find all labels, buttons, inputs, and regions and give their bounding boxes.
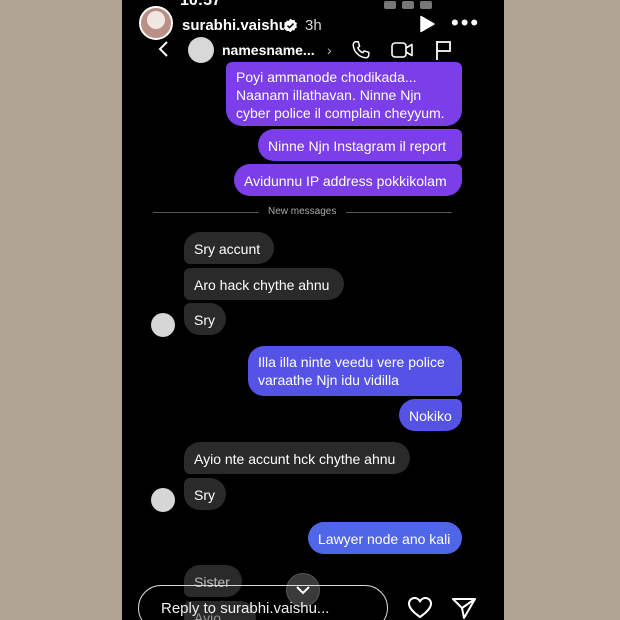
message-incoming: Ayio nte accunt hck chythe ahnu	[184, 442, 410, 474]
divider-line-left	[153, 212, 259, 213]
message-outgoing: Ninne Njn Instagram il report	[258, 129, 462, 161]
message-outgoing: Nokiko	[399, 399, 462, 431]
story-time: 3h	[305, 17, 322, 34]
play-icon[interactable]	[418, 15, 436, 33]
message-incoming: Sry	[184, 478, 226, 510]
sender-avatar	[151, 313, 175, 337]
message-outgoing: Illa illa ninte veedu vere police varaat…	[248, 346, 462, 396]
reply-input[interactable]	[138, 585, 388, 620]
flag-icon	[436, 41, 451, 60]
chat-avatar	[188, 37, 214, 63]
message-outgoing: Poyi ammanode chodikada... Naanam illath…	[226, 62, 462, 126]
phone-icon	[352, 41, 370, 59]
story-username[interactable]: surabhi.vaishu	[182, 17, 288, 34]
chevron-right-icon: ›	[327, 42, 332, 58]
more-options-icon[interactable]: •••	[451, 12, 480, 34]
verified-badge-icon	[284, 18, 297, 33]
divider-line-right	[346, 212, 452, 213]
heart-icon[interactable]	[407, 596, 433, 620]
message-incoming: Sry accunt	[184, 232, 274, 264]
message-outgoing: Lawyer node ano kali	[308, 522, 462, 554]
chat-name: namesname...	[222, 42, 315, 58]
message-incoming: Aro hack chythe ahnu	[184, 268, 344, 300]
sender-avatar	[151, 488, 175, 512]
send-icon[interactable]	[451, 596, 477, 620]
story-viewer: 10:57 surabhi.vaishu 3h ••• namesname...…	[122, 0, 504, 620]
message-incoming: Sry	[184, 303, 226, 335]
video-call-icon	[391, 42, 413, 58]
message-outgoing: Avidunnu IP address pokkikolam	[234, 164, 462, 196]
back-arrow-icon	[158, 41, 168, 57]
new-messages-divider: New messages	[268, 206, 337, 217]
